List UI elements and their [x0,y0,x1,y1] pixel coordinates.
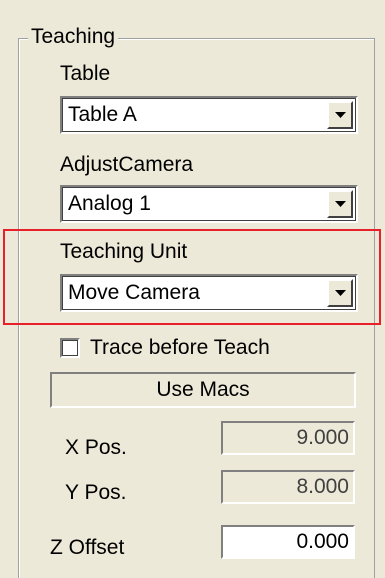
y-pos-label: Y Pos. [65,481,127,504]
adjust-camera-dropdown-button[interactable] [327,190,353,218]
trace-before-teach-checkbox[interactable] [60,338,80,358]
teaching-unit-dropdown[interactable]: Move Camera [60,274,358,312]
table-dropdown-button[interactable] [327,101,353,129]
chevron-down-icon [335,290,346,296]
teaching-unit-label: Teaching Unit [60,240,188,263]
adjust-camera-dropdown[interactable]: Analog 1 [60,185,358,223]
adjust-camera-label: AdjustCamera [60,153,194,176]
x-pos-label: X Pos. [65,436,127,459]
chevron-down-icon [335,112,346,118]
adjust-camera-value: Analog 1 [68,192,151,215]
chevron-down-icon [335,201,346,207]
use-macs-button[interactable]: Use Macs [50,372,356,408]
z-offset-input[interactable]: 0.000 [221,525,355,559]
z-offset-label: Z Offset [50,536,125,559]
table-label: Table [60,62,111,85]
group-title: Teaching [28,22,119,52]
teaching-unit-value: Move Camera [68,281,200,304]
x-pos-field: 9.000 [221,421,355,455]
trace-before-teach-label[interactable]: Trace before Teach [90,334,270,362]
table-dropdown[interactable]: Table A [60,96,358,134]
table-value: Table A [68,103,137,126]
y-pos-field: 8.000 [221,470,355,504]
teaching-unit-dropdown-button[interactable] [327,279,353,307]
